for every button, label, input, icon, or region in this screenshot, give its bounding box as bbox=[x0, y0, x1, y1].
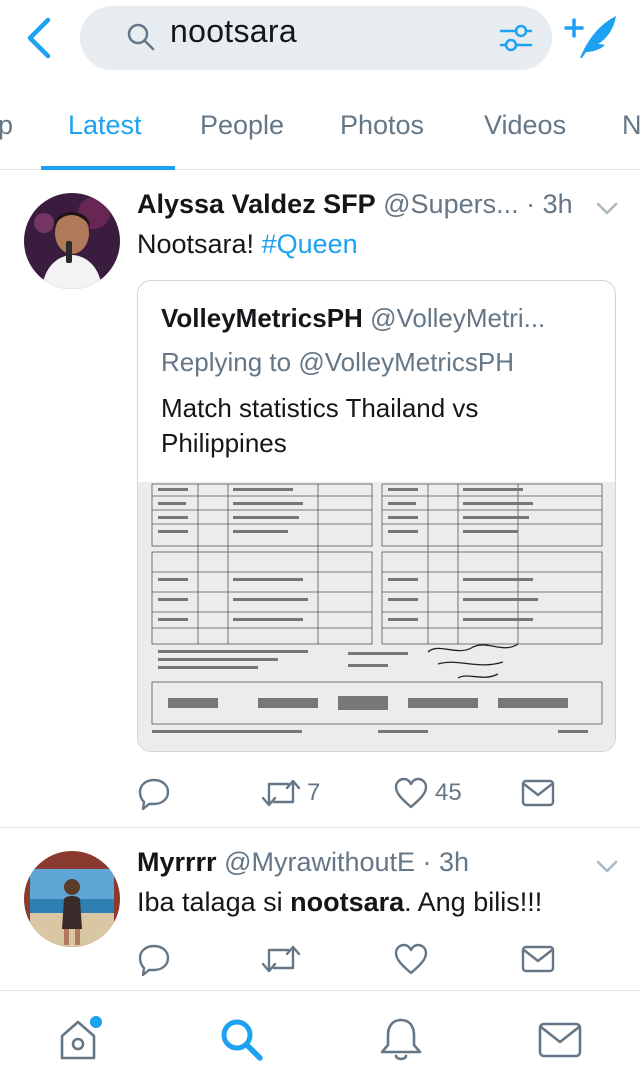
chevron-down-icon[interactable] bbox=[595, 859, 619, 875]
tweet-text-main: Nootsara! bbox=[137, 229, 255, 259]
envelope-icon bbox=[521, 779, 555, 807]
like-count: 45 bbox=[435, 779, 462, 806]
user-handle[interactable]: @MyrawithoutE bbox=[224, 847, 415, 877]
tweet-time: · 3h bbox=[526, 189, 573, 219]
tab-videos[interactable]: Videos bbox=[484, 110, 566, 141]
quoted-tweet-header: VolleyMetricsPH @VolleyMetri... bbox=[161, 303, 601, 334]
quoted-user-handle: @VolleyMetri... bbox=[370, 303, 546, 333]
search-filter-button[interactable] bbox=[498, 22, 534, 54]
quoted-tweet-card[interactable]: VolleyMetricsPH @VolleyMetri... Replying… bbox=[137, 280, 616, 752]
nav-home[interactable] bbox=[56, 1014, 106, 1064]
chevron-down-icon[interactable] bbox=[595, 201, 619, 217]
tweet-header: Myrrrr @MyrawithoutE · 3h bbox=[137, 847, 592, 878]
sliders-icon bbox=[499, 24, 533, 52]
quoted-display-name: VolleyMetricsPH bbox=[161, 303, 363, 333]
reply-button[interactable] bbox=[137, 773, 177, 813]
compose-feather-icon bbox=[564, 16, 616, 58]
envelope-icon bbox=[521, 945, 555, 973]
like-button[interactable] bbox=[393, 939, 429, 979]
search-tabs: p Latest People Photos Videos N bbox=[0, 84, 640, 170]
tweet-text: Iba talaga si nootsara. Ang bilis!!! bbox=[137, 887, 542, 918]
user-handle[interactable]: @Supers... bbox=[383, 189, 518, 219]
search-query[interactable]: nootsara bbox=[170, 13, 297, 50]
active-tab-indicator bbox=[41, 166, 175, 170]
bell-icon bbox=[380, 1018, 422, 1061]
tab-top[interactable]: p bbox=[0, 110, 13, 141]
retweet-button[interactable]: 7 bbox=[261, 773, 320, 813]
avatar[interactable] bbox=[24, 851, 120, 947]
match-statistics-photo[interactable] bbox=[138, 482, 615, 751]
reply-bubble-icon bbox=[138, 778, 170, 810]
display-name[interactable]: Alyssa Valdez SFP bbox=[137, 189, 376, 219]
replying-to-label: Replying to bbox=[161, 347, 299, 377]
bottom-navigation bbox=[0, 994, 640, 1088]
retweet-icon bbox=[261, 779, 301, 807]
direct-message-button[interactable] bbox=[521, 939, 555, 979]
nav-explore[interactable] bbox=[216, 1014, 266, 1064]
home-icon bbox=[60, 1016, 102, 1060]
search-icon bbox=[221, 1019, 263, 1061]
chevron-left-icon bbox=[27, 17, 51, 59]
tweet-time: · 3h bbox=[422, 847, 470, 877]
tweet-text-after: . Ang bilis!!! bbox=[404, 887, 543, 917]
avatar[interactable] bbox=[24, 193, 120, 289]
search-icon bbox=[127, 23, 155, 51]
nav-notifications[interactable] bbox=[376, 1014, 426, 1064]
tab-photos[interactable]: Photos bbox=[340, 110, 424, 141]
heart-icon bbox=[394, 943, 428, 975]
tweet-text-before: Iba talaga si bbox=[137, 887, 291, 917]
heart-icon bbox=[394, 777, 428, 809]
back-button[interactable] bbox=[22, 14, 58, 62]
tab-latest[interactable]: Latest bbox=[68, 110, 142, 141]
tweet-actions bbox=[137, 939, 597, 979]
envelope-icon bbox=[538, 1022, 582, 1058]
retweet-button[interactable] bbox=[261, 939, 301, 979]
search-term-highlight: nootsara bbox=[290, 887, 405, 917]
tweet-actions: 7 45 bbox=[137, 773, 597, 813]
replying-to-line: Replying to @VolleyMetricsPH bbox=[161, 347, 514, 378]
compose-tweet-button[interactable] bbox=[562, 12, 620, 62]
nav-messages[interactable] bbox=[536, 1014, 586, 1064]
replying-to-handle: @VolleyMetricsPH bbox=[298, 347, 514, 377]
hashtag-link[interactable]: #Queen bbox=[262, 229, 358, 259]
direct-message-button[interactable] bbox=[521, 773, 555, 813]
tweet-header: Alyssa Valdez SFP @Supers... · 3h bbox=[137, 189, 592, 220]
tweet-text: Nootsara! #Queen bbox=[137, 229, 358, 260]
tweet[interactable]: Myrrrr @MyrawithoutE · 3h Iba talaga si … bbox=[0, 829, 640, 991]
quoted-tweet-text: Match statistics Thailand vs Philippines bbox=[161, 393, 479, 458]
like-button[interactable]: 45 bbox=[393, 773, 462, 813]
retweet-icon bbox=[261, 945, 301, 973]
tweet[interactable]: Alyssa Valdez SFP @Supers... · 3h Nootsa… bbox=[0, 171, 640, 828]
tab-people[interactable]: People bbox=[200, 110, 284, 141]
reply-button[interactable] bbox=[137, 939, 171, 979]
reply-bubble-icon bbox=[138, 944, 170, 976]
retweet-count: 7 bbox=[307, 779, 321, 806]
tab-news[interactable]: N bbox=[622, 110, 640, 141]
top-bar: nootsara bbox=[0, 0, 640, 84]
display-name[interactable]: Myrrrr bbox=[137, 847, 217, 877]
